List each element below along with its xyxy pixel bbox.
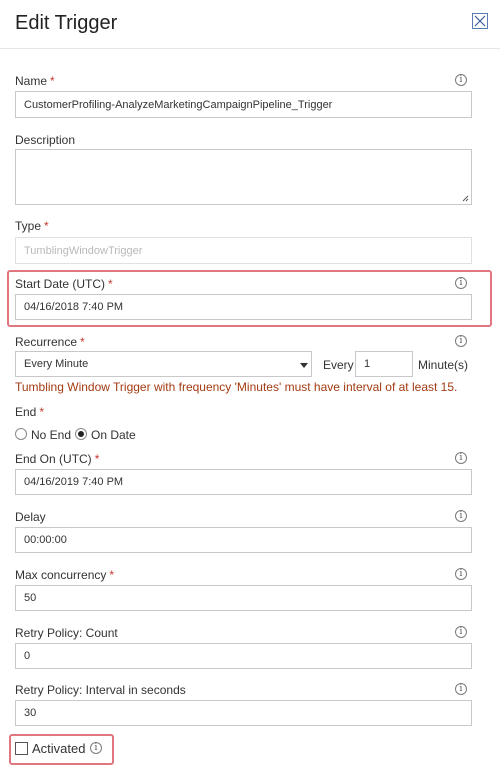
recurrence-info-icon[interactable]: i bbox=[455, 335, 467, 347]
delay-info-icon[interactable]: i bbox=[455, 510, 467, 522]
end-on-label: End On (UTC) * bbox=[15, 452, 100, 466]
close-icon[interactable] bbox=[472, 13, 488, 29]
recurrence-selected-value: Every Minute bbox=[24, 358, 89, 370]
type-label: Type * bbox=[15, 219, 49, 233]
retry-count-input[interactable]: 0 bbox=[15, 643, 472, 669]
start-date-info-icon[interactable]: i bbox=[455, 277, 467, 289]
max-concurrency-info-icon[interactable]: i bbox=[455, 568, 467, 580]
end-on-input[interactable]: 04/16/2019 7:40 PM bbox=[15, 469, 472, 495]
interval-input[interactable]: 1 bbox=[355, 351, 413, 377]
retry-interval-info-icon[interactable]: i bbox=[455, 683, 467, 695]
max-concurrency-label: Max concurrency * bbox=[15, 568, 115, 582]
start-date-label: Start Date (UTC) * bbox=[15, 277, 113, 291]
end-on-info-icon[interactable]: i bbox=[455, 452, 467, 464]
retry-count-label: Retry Policy: Count bbox=[15, 626, 118, 640]
max-concurrency-input[interactable]: 50 bbox=[15, 585, 472, 611]
interval-unit-label: Minute(s) bbox=[418, 358, 469, 372]
activated-checkbox[interactable] bbox=[15, 742, 28, 755]
name-input[interactable]: CustomerProfiling-AnalyzeMarketingCampai… bbox=[15, 91, 472, 118]
every-label: Every bbox=[323, 358, 354, 372]
on-date-label[interactable]: On Date bbox=[91, 428, 136, 442]
retry-interval-label: Retry Policy: Interval in seconds bbox=[15, 683, 186, 697]
description-textarea[interactable] bbox=[15, 149, 472, 205]
resize-grip-icon[interactable] bbox=[462, 195, 469, 202]
header-divider bbox=[0, 48, 500, 49]
type-input: TumblingWindowTrigger bbox=[15, 237, 472, 264]
delay-label: Delay bbox=[15, 510, 46, 524]
recurrence-label: Recurrence * bbox=[15, 335, 85, 349]
on-date-radio[interactable] bbox=[75, 428, 87, 440]
activated-info-icon[interactable]: i bbox=[90, 742, 102, 754]
start-date-input[interactable]: 04/16/2018 7:40 PM bbox=[15, 294, 472, 320]
activated-label[interactable]: Activated bbox=[32, 741, 85, 756]
description-label: Description bbox=[15, 133, 76, 147]
end-label: End * bbox=[15, 405, 45, 419]
name-label: Name * bbox=[15, 74, 55, 88]
delay-input[interactable]: 00:00:00 bbox=[15, 527, 472, 553]
panel-title: Edit Trigger bbox=[15, 12, 118, 34]
no-end-label[interactable]: No End bbox=[31, 428, 71, 442]
retry-count-info-icon[interactable]: i bbox=[455, 626, 467, 638]
name-info-icon[interactable]: i bbox=[455, 74, 467, 86]
recurrence-error-message: Tumbling Window Trigger with frequency '… bbox=[15, 380, 458, 394]
retry-interval-input[interactable]: 30 bbox=[15, 700, 472, 726]
recurrence-select[interactable]: Every Minute bbox=[15, 351, 312, 377]
no-end-radio[interactable] bbox=[15, 428, 27, 440]
chevron-down-icon bbox=[300, 363, 308, 368]
